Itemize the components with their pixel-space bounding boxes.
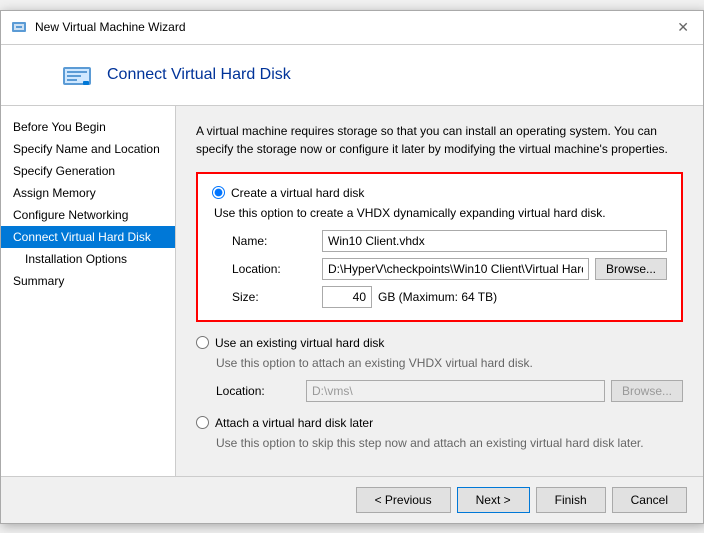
page-title: Connect Virtual Hard Disk [107,66,291,84]
footer: < Previous Next > Finish Cancel [1,476,703,523]
name-row [322,230,667,252]
size-label: Size: [232,290,312,304]
existing-location-row: Browse... [306,380,683,402]
existing-vhd-radio[interactable] [196,336,209,349]
title-bar: New Virtual Machine Wizard ✕ [1,11,703,45]
size-input[interactable] [322,286,372,308]
name-label: Name: [232,234,312,248]
size-unit: GB (Maximum: 64 TB) [378,290,497,304]
header-icon [61,59,93,91]
window-title: New Virtual Machine Wizard [35,20,186,34]
create-vhd-radio-row: Create a virtual hard disk [212,186,667,200]
window-body: Connect Virtual Hard Disk Before You Beg… [1,45,703,523]
existing-vhd-option: Use an existing virtual hard disk Use th… [196,336,683,402]
existing-browse-button: Browse... [611,380,683,402]
sidebar-item-connect-vhd[interactable]: Connect Virtual Hard Disk [1,226,175,248]
attach-later-description: Use this option to skip this step now an… [196,436,683,450]
close-button[interactable]: ✕ [673,19,693,36]
create-vhd-label[interactable]: Create a virtual hard disk [231,186,364,200]
sidebar-item-configure-networking[interactable]: Configure Networking [1,204,175,226]
existing-vhd-description: Use this option to attach an existing VH… [196,356,683,370]
create-vhd-form: Name: Location: Browse... Size: GB ( [212,230,667,308]
size-row: GB (Maximum: 64 TB) [322,286,667,308]
sidebar-item-installation-options[interactable]: Installation Options [1,248,175,270]
next-button[interactable]: Next > [457,487,530,513]
previous-button[interactable]: < Previous [356,487,451,513]
sidebar-item-specify-generation[interactable]: Specify Generation [1,160,175,182]
create-vhd-radio[interactable] [212,186,225,199]
name-input[interactable] [322,230,667,252]
existing-vhd-label[interactable]: Use an existing virtual hard disk [215,336,384,350]
title-bar-left: New Virtual Machine Wizard [11,19,186,35]
sidebar-item-specify-name[interactable]: Specify Name and Location [1,138,175,160]
create-vhd-description: Use this option to create a VHDX dynamic… [212,206,667,220]
sidebar: Before You Begin Specify Name and Locati… [1,106,176,476]
attach-later-label[interactable]: Attach a virtual hard disk later [215,416,373,430]
browse-button[interactable]: Browse... [595,258,667,280]
existing-vhd-radio-row: Use an existing virtual hard disk [196,336,683,350]
location-input[interactable] [322,258,589,280]
finish-button[interactable]: Finish [536,487,606,513]
wizard-window: New Virtual Machine Wizard ✕ Connect Vir… [0,10,704,524]
existing-vhd-form: Location: Browse... [196,380,683,402]
location-row: Browse... [322,258,667,280]
sidebar-item-summary[interactable]: Summary [1,270,175,292]
attach-later-option: Attach a virtual hard disk later Use thi… [196,416,683,450]
page-header: Connect Virtual Hard Disk [1,45,703,106]
attach-later-radio-row: Attach a virtual hard disk later [196,416,683,430]
create-vhd-option: Create a virtual hard disk Use this opti… [196,172,683,322]
existing-location-input [306,380,605,402]
sidebar-item-assign-memory[interactable]: Assign Memory [1,182,175,204]
location-label: Location: [232,262,312,276]
middle-area: Before You Begin Specify Name and Locati… [1,106,703,476]
sidebar-item-before-you-begin[interactable]: Before You Begin [1,116,175,138]
cancel-button[interactable]: Cancel [612,487,687,513]
existing-location-label: Location: [216,384,296,398]
page-description: A virtual machine requires storage so th… [196,122,683,158]
attach-later-radio[interactable] [196,416,209,429]
main-content: A virtual machine requires storage so th… [176,106,703,476]
window-icon [11,19,27,35]
